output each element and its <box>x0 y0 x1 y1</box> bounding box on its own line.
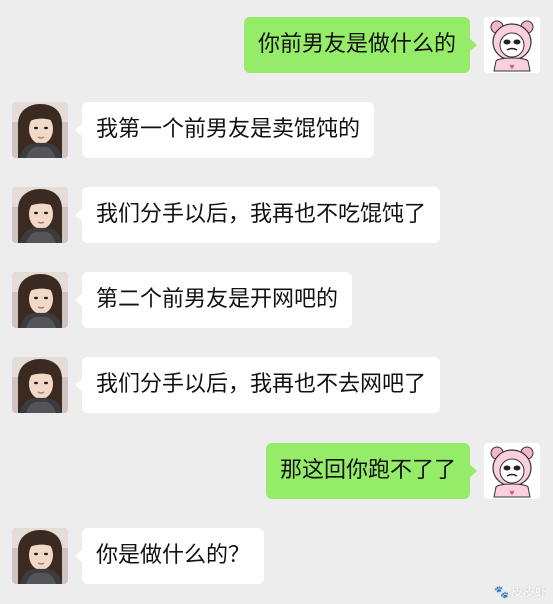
message-row: 我们分手以后，我再也不去网吧了 <box>0 357 553 415</box>
sent-message-bubble[interactable]: 那这回你跑不了了 <box>265 443 478 499</box>
girl-photo-avatar[interactable] <box>12 272 68 328</box>
girl-photo-avatar[interactable] <box>12 528 68 584</box>
panda-meme-avatar-icon <box>484 443 540 499</box>
message-row: 我们分手以后，我再也不吃馄饨了 <box>0 187 553 245</box>
sent-message-bubble[interactable]: 你前男友是做什么的 <box>243 17 478 73</box>
paw-icon: 🐾 <box>494 585 509 599</box>
girl-photo-avatar[interactable] <box>12 357 68 413</box>
message-row: 你是做什么的？ <box>0 528 553 586</box>
app-watermark: 🐾 皮皮虾 <box>494 583 547 600</box>
panda-meme-avatar-icon <box>484 17 540 73</box>
watermark-text: 皮皮虾 <box>510 585 547 599</box>
girl-photo-avatar-icon <box>12 528 68 584</box>
message-row: 我第一个前男友是卖馄饨的 <box>0 102 553 160</box>
girl-photo-avatar-icon <box>12 357 68 413</box>
received-message-bubble[interactable]: 第二个前男友是开网吧的 <box>74 272 353 328</box>
message-row: 第二个前男友是开网吧的 <box>0 272 553 330</box>
girl-photo-avatar-icon <box>12 187 68 243</box>
girl-photo-avatar[interactable] <box>12 187 68 243</box>
message-row: 那这回你跑不了了 <box>0 443 553 501</box>
girl-photo-avatar[interactable] <box>12 102 68 158</box>
received-message-bubble[interactable]: 你是做什么的？ <box>74 528 265 584</box>
panda-meme-avatar[interactable] <box>484 443 540 499</box>
received-message-bubble[interactable]: 我们分手以后，我再也不去网吧了 <box>74 357 441 413</box>
panda-meme-avatar[interactable] <box>484 17 540 73</box>
received-message-bubble[interactable]: 我们分手以后，我再也不吃馄饨了 <box>74 187 441 243</box>
girl-photo-avatar-icon <box>12 102 68 158</box>
girl-photo-avatar-icon <box>12 272 68 328</box>
message-row: 你前男友是做什么的 <box>0 17 553 75</box>
received-message-bubble[interactable]: 我第一个前男友是卖馄饨的 <box>74 102 375 158</box>
